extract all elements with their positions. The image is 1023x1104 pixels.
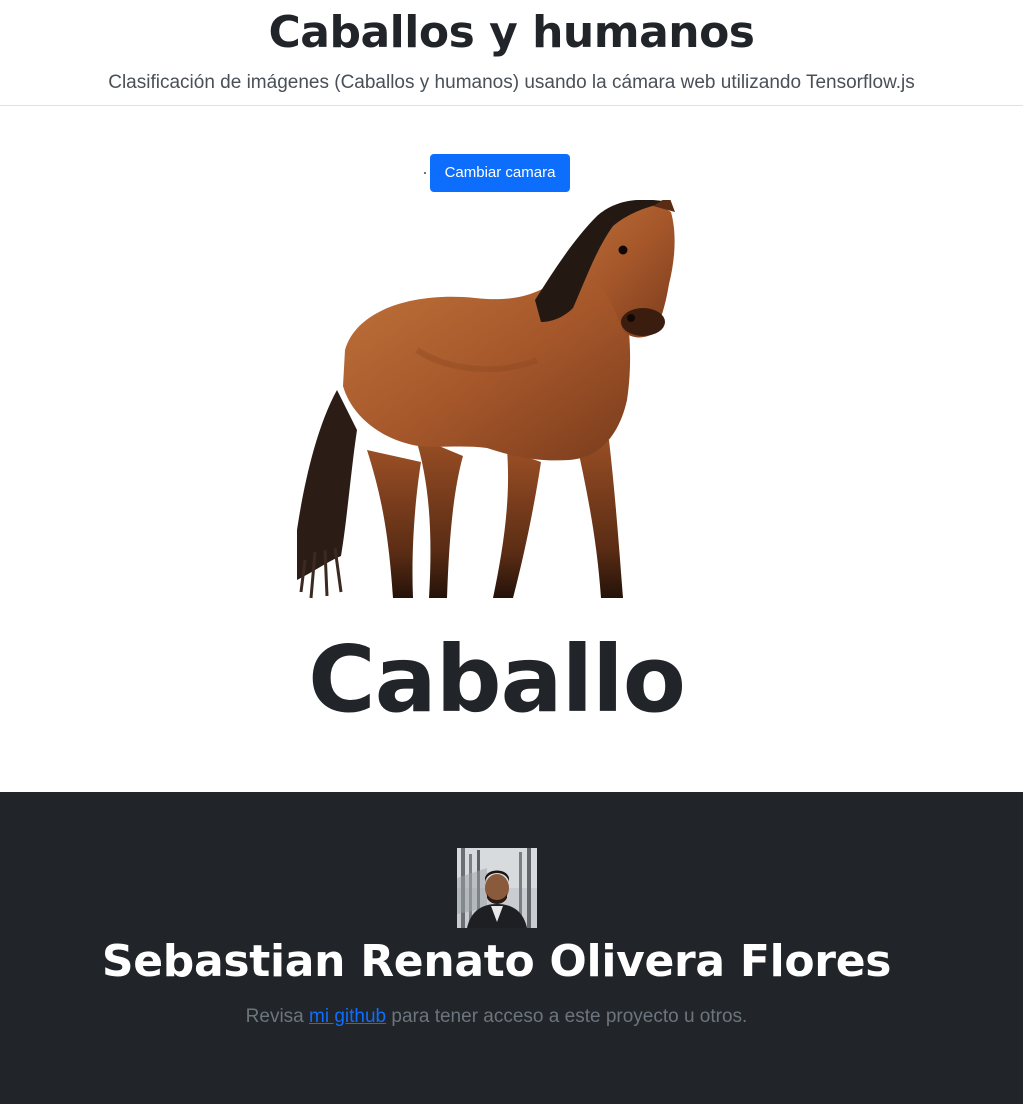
page-header: Caballos y humanos Clasificación de imág… xyxy=(0,0,1023,106)
footer-note: Revisa mi github para tener acceso a est… xyxy=(0,1005,993,1029)
hidden-video-placeholder xyxy=(424,172,426,174)
page: Caballos y humanos Clasificación de imág… xyxy=(0,0,1023,1104)
horse-image xyxy=(297,200,675,599)
github-link[interactable]: mi github xyxy=(309,1006,386,1027)
note-suffix: para tener acceso a este proyecto u otro… xyxy=(386,1006,748,1027)
avatar xyxy=(457,848,537,928)
note-prefix: Revisa xyxy=(245,1006,310,1027)
page-subtitle: Clasificación de imágenes (Caballos y hu… xyxy=(108,72,915,93)
switch-camera-button[interactable]: Cambiar camara xyxy=(430,154,570,192)
page-footer: Sebastian Renato Olivera Flores Revisa m… xyxy=(0,792,1023,1104)
author-name: Sebastian Renato Olivera Flores xyxy=(101,936,892,987)
author-photo xyxy=(457,848,537,928)
prediction-result: Caballo xyxy=(308,626,686,733)
camera-canvas xyxy=(297,200,697,600)
page-title: Caballos y humanos xyxy=(268,7,756,58)
